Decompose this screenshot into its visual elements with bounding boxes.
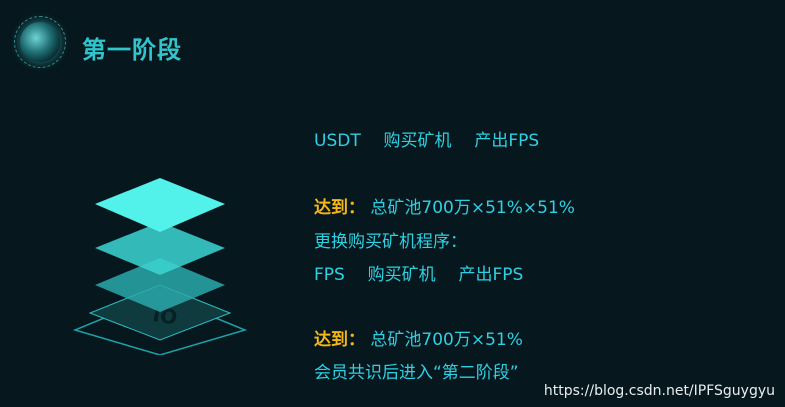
target-text-1: 总矿池700万×51%×51%	[370, 198, 575, 218]
flow1-middle: 购买矿机	[383, 131, 452, 151]
row-next-stage: 会员共识后进入“第二阶段”	[314, 363, 519, 383]
flow2-end: 产出FPS	[458, 265, 524, 285]
flow2-start: FPS	[314, 265, 345, 285]
globe-icon	[14, 16, 66, 68]
flow1-end: 产出FPS	[474, 131, 540, 151]
target-label-2: 达到：	[314, 330, 365, 350]
flow-row-1: USDT 购买矿机 产出FPS	[314, 126, 539, 151]
row-change-program: 更换购买矿机程序：	[314, 232, 467, 252]
layered-stack-icon: IO	[72, 178, 248, 355]
row-target-1: 达到： 总矿池700万×51%×51%	[314, 193, 575, 218]
page-title: 第一阶段	[82, 36, 182, 64]
target-label-1: 达到：	[314, 198, 365, 218]
flow1-start: USDT	[314, 131, 361, 151]
flow-row-2: FPS 购买矿机 产出FPS	[314, 260, 523, 285]
flow2-middle: 购买矿机	[367, 265, 436, 285]
row-target-2: 达到： 总矿池700万×51%	[314, 325, 523, 350]
watermark: https://blog.csdn.net/IPFSguygyu	[543, 383, 775, 399]
target-text-2: 总矿池700万×51%	[370, 330, 523, 350]
